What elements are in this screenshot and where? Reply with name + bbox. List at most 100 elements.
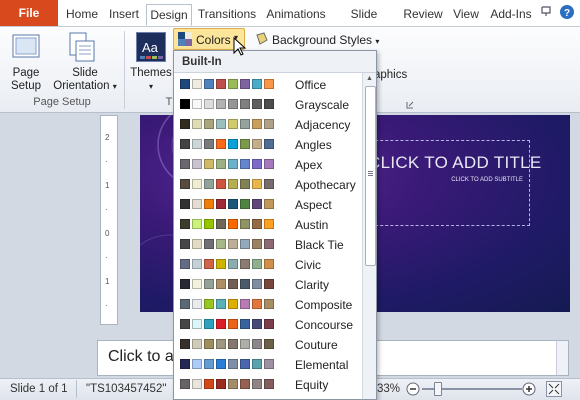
color-swatch [192, 319, 202, 329]
color-theme-item[interactable]: Clarity [174, 275, 362, 295]
color-theme-item[interactable]: Apothecary [174, 175, 362, 195]
background-styles-icon[interactable] [254, 32, 270, 46]
color-theme-item[interactable]: Apex [174, 155, 362, 175]
color-swatch [264, 359, 274, 369]
color-swatch [228, 379, 238, 389]
tab-animations[interactable]: Animations [265, 4, 327, 26]
pin-ribbon-icon[interactable] [540, 5, 552, 17]
color-swatch [180, 359, 190, 369]
dropdown-scroll-thumb[interactable] [365, 86, 376, 266]
color-theme-item[interactable]: Austin [174, 215, 362, 235]
zoom-in-icon[interactable] [522, 382, 536, 396]
tab-review[interactable]: Review [402, 4, 444, 26]
color-theme-item[interactable]: Black Tie [174, 235, 362, 255]
color-swatch [240, 239, 250, 249]
page-setup-button[interactable]: Page Setup [4, 67, 48, 93]
color-swatch [180, 339, 190, 349]
color-swatch [252, 159, 262, 169]
color-swatches [180, 139, 274, 149]
color-swatch [252, 359, 262, 369]
color-swatch [252, 379, 262, 389]
color-swatch [216, 259, 226, 269]
color-swatch [252, 279, 262, 289]
background-dialog-launcher-icon[interactable] [406, 98, 414, 109]
color-swatch [228, 279, 238, 289]
group-label-page-setup: Page Setup [33, 96, 91, 108]
color-swatch [240, 219, 250, 229]
zoom-slider-thumb[interactable] [434, 382, 442, 396]
color-swatch [192, 259, 202, 269]
color-swatch [240, 199, 250, 209]
color-swatch [204, 339, 214, 349]
color-theme-item[interactable]: Grayscale [174, 95, 362, 115]
themes-button[interactable]: Themes ▾ [128, 67, 174, 93]
vertical-ruler: 2 · 1 · 0 · 1 · [100, 115, 118, 325]
color-swatches [180, 379, 274, 389]
tab-add-ins[interactable]: Add-Ins [488, 4, 534, 26]
color-theme-item[interactable]: Elemental [174, 355, 362, 375]
notes-placeholder: Click to add notes [108, 348, 178, 365]
tab-view[interactable]: View [451, 4, 481, 26]
color-swatch [264, 199, 274, 209]
color-theme-item[interactable]: Composite [174, 295, 362, 315]
tab-home[interactable]: Home [64, 4, 100, 26]
background-styles-button[interactable]: Background Styles ▾ [272, 33, 379, 47]
built-in-header: Built-In [174, 51, 376, 73]
color-swatch [204, 279, 214, 289]
color-theme-name: Composite [295, 298, 353, 312]
tab-file[interactable]: File [0, 0, 58, 26]
color-swatch [240, 259, 250, 269]
color-theme-item[interactable]: Concourse [174, 315, 362, 335]
zoom-out-icon[interactable] [406, 382, 420, 396]
zoom-level[interactable]: 33% [377, 383, 400, 395]
color-theme-item[interactable]: Equity [174, 375, 362, 395]
tab-transitions[interactable]: Transitions [195, 4, 259, 26]
color-swatch [252, 259, 262, 269]
color-swatch [204, 199, 214, 209]
color-swatch [216, 159, 226, 169]
color-swatch [264, 319, 274, 329]
color-swatch [264, 99, 274, 109]
tab-design[interactable]: Design [146, 4, 192, 26]
color-swatch [216, 219, 226, 229]
fit-to-window-icon[interactable] [546, 381, 562, 397]
tab-insert[interactable]: Insert [104, 4, 144, 26]
color-swatch [180, 159, 190, 169]
color-swatch [264, 119, 274, 129]
slide-orientation-button[interactable]: Slide Orientation ▾ [50, 67, 120, 93]
dropdown-scrollbar[interactable]: ▲ [362, 73, 376, 399]
color-swatch [216, 119, 226, 129]
themes-gallery-icon[interactable]: Aa [136, 32, 166, 62]
color-swatch [216, 359, 226, 369]
color-theme-item[interactable]: Angles [174, 135, 362, 155]
color-swatches [180, 199, 274, 209]
color-swatch [252, 119, 262, 129]
slide-orientation-icon[interactable] [66, 31, 98, 65]
color-swatch [240, 299, 250, 309]
color-swatch [216, 199, 226, 209]
page-setup-icon[interactable] [10, 32, 42, 64]
color-swatch [228, 99, 238, 109]
notes-scrollbar[interactable] [556, 341, 568, 375]
color-theme-item[interactable]: Office [174, 75, 362, 95]
color-swatches [180, 119, 274, 129]
tab-slide-show[interactable]: Slide Show [334, 4, 394, 41]
color-swatch [204, 179, 214, 189]
color-swatch [204, 219, 214, 229]
color-swatch [264, 339, 274, 349]
scroll-up-arrow-icon[interactable]: ▲ [366, 75, 373, 82]
hide-background-graphics-label[interactable]: aphics [374, 69, 407, 81]
color-theme-item[interactable]: Essential [174, 395, 362, 399]
theme-name-status[interactable]: "TS103457452" [86, 383, 174, 395]
title-placeholder-box[interactable]: CLICK TO ADD TITLE CLICK TO ADD SUBTITLE [365, 140, 541, 226]
color-swatch [252, 139, 262, 149]
color-theme-item[interactable]: Civic [174, 255, 362, 275]
color-swatches [180, 259, 274, 269]
color-theme-item[interactable]: Adjacency [174, 115, 362, 135]
color-swatch [180, 139, 190, 149]
help-icon[interactable]: ? [559, 4, 575, 20]
color-swatches [180, 99, 274, 109]
color-theme-item[interactable]: Couture [174, 335, 362, 355]
color-swatch [204, 379, 214, 389]
color-theme-item[interactable]: Aspect [174, 195, 362, 215]
